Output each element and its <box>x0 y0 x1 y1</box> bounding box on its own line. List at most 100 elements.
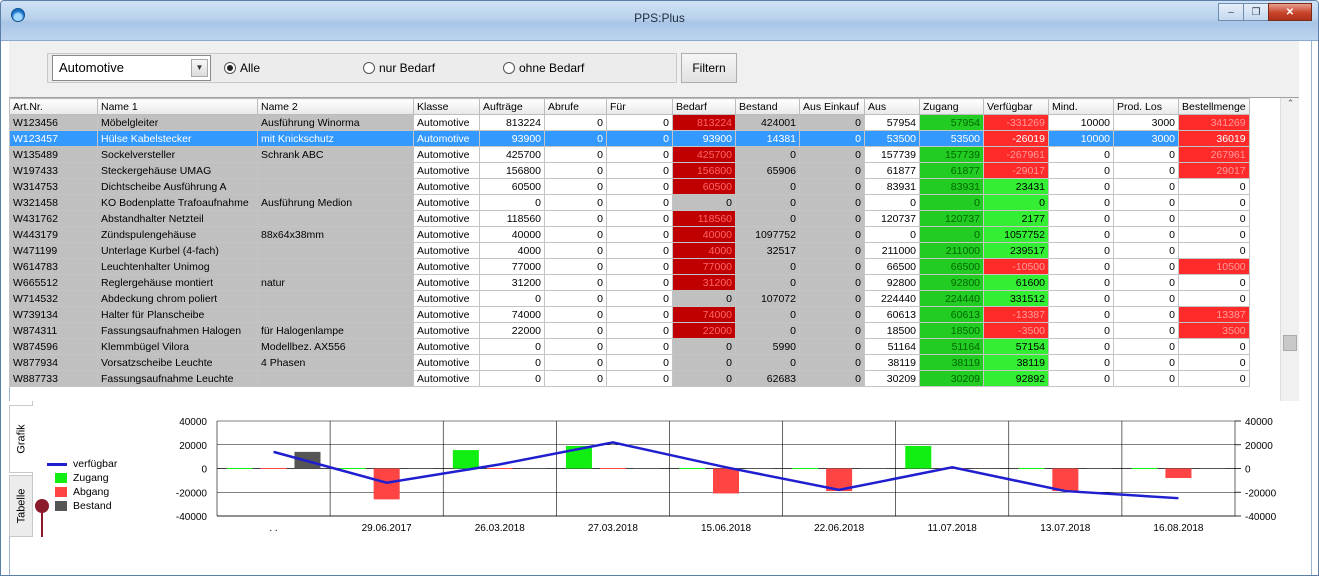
table-row[interactable]: W614783 Leuchtenhalter Unimog Automotive 77… <box>9 258 1250 275</box>
table-cell[interactable]: W739134 <box>9 306 98 323</box>
table-row[interactable]: W874596 Klemmbügel Vilora Modellbez. AX556… <box>9 338 1250 355</box>
table-cell[interactable]: Zündspulengehäuse <box>97 226 258 243</box>
table-cell[interactable]: 0 <box>799 370 865 387</box>
table-cell[interactable]: 0 <box>1113 258 1179 275</box>
table-cell[interactable]: 36019 <box>1178 130 1250 147</box>
table-cell[interactable]: 224440 <box>919 290 984 307</box>
table-cell[interactable]: 22000 <box>479 322 545 339</box>
table-cell[interactable]: -13387 <box>983 306 1049 323</box>
table-cell[interactable]: 0 <box>606 370 673 387</box>
table-cell[interactable]: KO Bodenplatte Trafoaufnahme <box>97 194 258 211</box>
table-cell[interactable]: 22000 <box>672 322 736 339</box>
table-cell[interactable]: 31200 <box>672 274 736 291</box>
table-cell[interactable]: -331269 <box>983 114 1049 131</box>
table-cell[interactable]: 53500 <box>919 130 984 147</box>
column-header[interactable]: Aus <box>864 98 920 115</box>
table-cell[interactable]: Reglergehäuse montiert <box>97 274 258 291</box>
table-cell[interactable]: 156800 <box>479 162 545 179</box>
table-cell[interactable]: 1057752 <box>983 226 1049 243</box>
category-select[interactable]: Automotive ▼ <box>52 55 211 81</box>
scrollbar-thumb[interactable] <box>1283 335 1297 351</box>
table-cell[interactable]: 0 <box>983 194 1049 211</box>
table-cell[interactable]: 0 <box>1113 162 1179 179</box>
table-cell[interactable]: Automotive <box>413 130 480 147</box>
table-cell[interactable]: 156800 <box>672 162 736 179</box>
table-cell[interactable]: 0 <box>735 274 800 291</box>
table-cell[interactable]: 0 <box>1113 370 1179 387</box>
table-cell[interactable]: 0 <box>606 306 673 323</box>
table-cell[interactable]: Automotive <box>413 338 480 355</box>
table-cell[interactable]: 0 <box>799 162 865 179</box>
table-cell[interactable]: W431762 <box>9 210 98 227</box>
table-cell[interactable]: 118560 <box>672 210 736 227</box>
table-cell[interactable]: 40000 <box>672 226 736 243</box>
table-cell[interactable]: 0 <box>479 290 545 307</box>
table-cell[interactable]: 0 <box>479 370 545 387</box>
table-cell[interactable]: Automotive <box>413 354 480 371</box>
table-cell[interactable]: 0 <box>544 338 607 355</box>
table-cell[interactable]: 0 <box>544 114 607 131</box>
scroll-up-icon[interactable]: ⌃ <box>1281 98 1300 115</box>
table-row[interactable]: W123456 Möbelgleiter Ausführung Winorma Aut… <box>9 114 1250 131</box>
column-header[interactable]: Prod. Los <box>1113 98 1179 115</box>
table-cell[interactable]: 0 <box>606 242 673 259</box>
table-cell[interactable]: 30209 <box>919 370 984 387</box>
table-cell[interactable]: -3500 <box>983 322 1049 339</box>
table-cell[interactable]: Möbelgleiter <box>97 114 258 131</box>
table-cell[interactable]: Fassungsaufnahmen Halogen <box>97 322 258 339</box>
table-cell[interactable]: 0 <box>1048 194 1114 211</box>
table-cell[interactable] <box>257 242 414 259</box>
table-cell[interactable]: Sockelversteller <box>97 146 258 163</box>
table-cell[interactable]: 0 <box>799 338 865 355</box>
table-cell[interactable]: 0 <box>1178 354 1250 371</box>
table-cell[interactable]: Automotive <box>413 322 480 339</box>
column-header[interactable]: Bedarf <box>672 98 736 115</box>
table-cell[interactable]: Automotive <box>413 274 480 291</box>
table-cell[interactable]: 2177 <box>983 210 1049 227</box>
table-cell[interactable]: 0 <box>1113 274 1179 291</box>
table-cell[interactable]: -29017 <box>983 162 1049 179</box>
table-cell[interactable]: 120737 <box>864 210 920 227</box>
table-cell[interactable]: 13387 <box>1178 306 1250 323</box>
table-cell[interactable]: 331512 <box>983 290 1049 307</box>
column-header[interactable]: Art.Nr. <box>9 98 98 115</box>
table-cell[interactable]: 0 <box>799 354 865 371</box>
table-cell[interactable]: -10500 <box>983 258 1049 275</box>
table-cell[interactable]: Abdeckung chrom poliert <box>97 290 258 307</box>
table-cell[interactable]: W614783 <box>9 258 98 275</box>
table-cell[interactable]: 0 <box>544 210 607 227</box>
table-cell[interactable]: 38119 <box>864 354 920 371</box>
table-cell[interactable]: 0 <box>1048 274 1114 291</box>
table-cell[interactable]: 0 <box>864 194 920 211</box>
table-cell[interactable]: 92892 <box>983 370 1049 387</box>
table-cell[interactable]: 0 <box>606 146 673 163</box>
table-cell[interactable]: Automotive <box>413 194 480 211</box>
table-cell[interactable]: 0 <box>1048 338 1114 355</box>
table-cell[interactable]: 0 <box>672 194 736 211</box>
filter-button[interactable]: Filtern <box>681 53 737 83</box>
table-cell[interactable]: 0 <box>1178 274 1250 291</box>
table-cell[interactable]: 0 <box>1048 178 1114 195</box>
table-cell[interactable]: 0 <box>544 194 607 211</box>
table-cell[interactable]: Vorsatzscheibe Leuchte <box>97 354 258 371</box>
table-cell[interactable]: Unterlage Kurbel (4-fach) <box>97 242 258 259</box>
table-cell[interactable]: 60613 <box>919 306 984 323</box>
table-cell[interactable]: 425700 <box>479 146 545 163</box>
table-cell[interactable]: Dichtscheibe Ausführung A <box>97 178 258 195</box>
table-cell[interactable]: 4000 <box>479 242 545 259</box>
table-cell[interactable]: 3000 <box>1113 114 1179 131</box>
table-row[interactable]: W443179 Zündspulengehäuse 88x64x38mm Automo… <box>9 226 1250 243</box>
table-cell[interactable]: 0 <box>735 258 800 275</box>
table-cell[interactable]: 0 <box>1048 306 1114 323</box>
table-cell[interactable]: Hülse Kabelstecker <box>97 130 258 147</box>
table-cell[interactable]: Fassungsaufnahme Leuchte <box>97 370 258 387</box>
table-cell[interactable]: 1097752 <box>735 226 800 243</box>
table-row[interactable]: W197433 Steckergehäuse UMAG Automotive 1568… <box>9 162 1250 179</box>
table-cell[interactable]: 0 <box>1178 178 1250 195</box>
table-cell[interactable]: 0 <box>1178 338 1250 355</box>
table-cell[interactable]: 4000 <box>672 242 736 259</box>
table-row[interactable]: W877934 Vorsatzscheibe Leuchte 4 Phasen Aut… <box>9 354 1250 371</box>
table-cell[interactable]: 0 <box>1048 370 1114 387</box>
table-cell[interactable]: 0 <box>799 210 865 227</box>
table-cell[interactable]: 0 <box>1113 306 1179 323</box>
